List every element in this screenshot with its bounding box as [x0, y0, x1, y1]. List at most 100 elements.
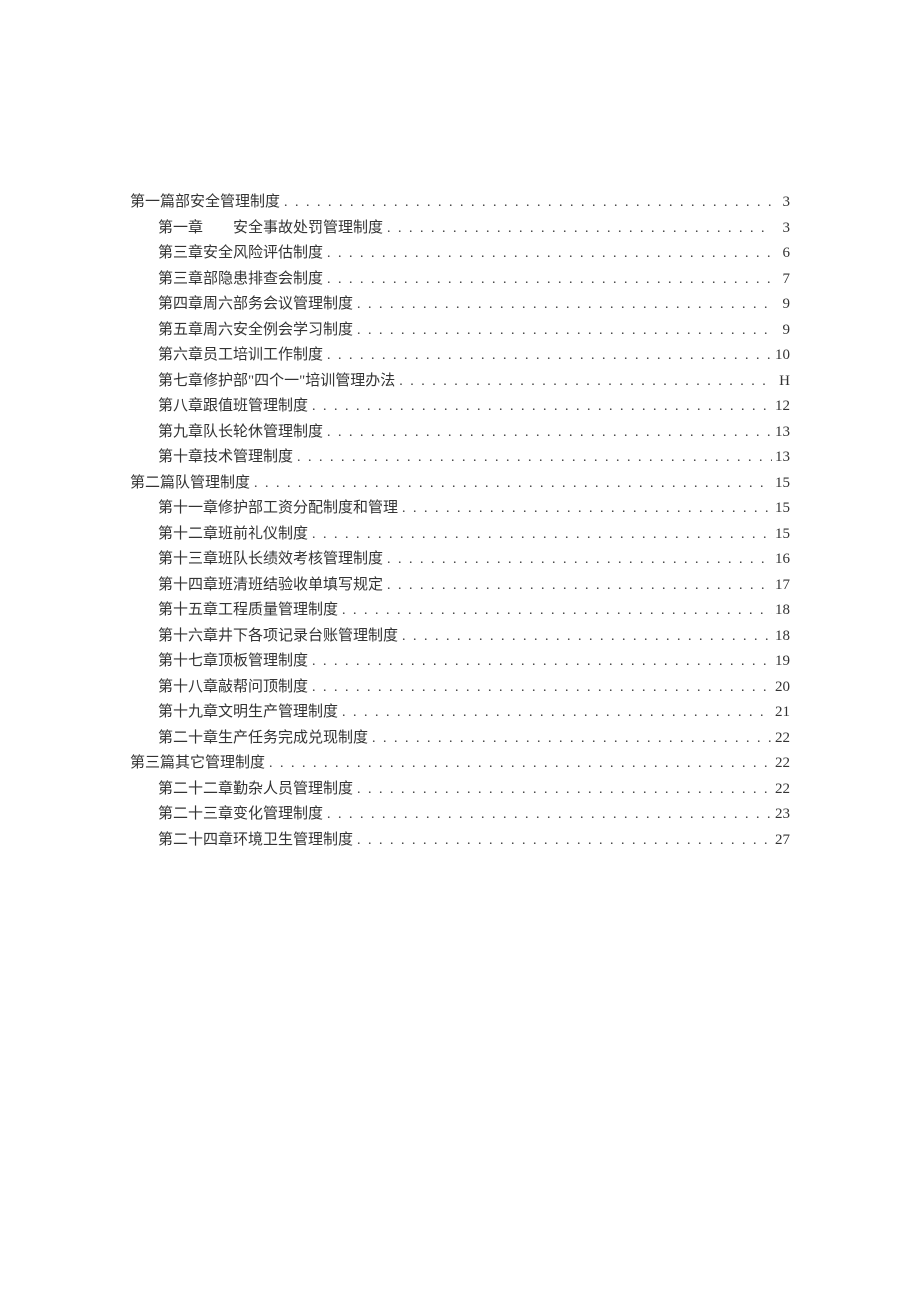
toc-entry-page: 20 — [772, 675, 790, 700]
toc-leader-dots: . . . . . . . . . . . . . . . . . . . . … — [308, 676, 772, 701]
toc-entry-title: 第十四章班清班结验收单填写规定 — [158, 573, 383, 598]
toc-entry[interactable]: 第十九章文明生产管理制度. . . . . . . . . . . . . . … — [130, 700, 790, 726]
toc-entry[interactable]: 第十一章修护部工资分配制度和管理. . . . . . . . . . . . … — [130, 496, 790, 522]
toc-entry-title: 第四章周六部务会议管理制度 — [158, 292, 353, 317]
toc-leader-dots: . . . . . . . . . . . . . . . . . . . . … — [280, 191, 772, 216]
toc-entry-page: 6 — [772, 241, 790, 266]
toc-entry[interactable]: 第十四章班清班结验收单填写规定. . . . . . . . . . . . .… — [130, 573, 790, 599]
toc-entry-title: 第三篇其它管理制度 — [130, 751, 265, 776]
toc-entry-page: 7 — [772, 267, 790, 292]
toc-leader-dots: . . . . . . . . . . . . . . . . . . . . … — [368, 727, 772, 752]
toc-leader-dots: . . . . . . . . . . . . . . . . . . . . … — [398, 497, 772, 522]
toc-entry-title: 第一篇部安全管理制度 — [130, 190, 280, 215]
toc-entry[interactable]: 第十七章顶板管理制度. . . . . . . . . . . . . . . … — [130, 649, 790, 675]
toc-entry-title: 第十章技术管理制度 — [158, 445, 293, 470]
toc-entry-title: 第十一章修护部工资分配制度和管理 — [158, 496, 398, 521]
toc-entry[interactable]: 第九章队长轮休管理制度. . . . . . . . . . . . . . .… — [130, 420, 790, 446]
toc-entry[interactable]: 第二十四章环境卫生管理制度. . . . . . . . . . . . . .… — [130, 828, 790, 854]
toc-entry-title: 第十二章班前礼仪制度 — [158, 522, 308, 547]
toc-entry-page: 15 — [772, 522, 790, 547]
toc-entry-title: 第二十四章环境卫生管理制度 — [158, 828, 353, 853]
toc-entry-page: 18 — [772, 598, 790, 623]
toc-entry[interactable]: 第三篇其它管理制度. . . . . . . . . . . . . . . .… — [130, 751, 790, 777]
toc-entry[interactable]: 第三章部隐患排查会制度. . . . . . . . . . . . . . .… — [130, 267, 790, 293]
toc-entry-page: 3 — [772, 216, 790, 241]
toc-entry[interactable]: 第十八章敲帮问顶制度. . . . . . . . . . . . . . . … — [130, 675, 790, 701]
toc-entry-page: 13 — [772, 420, 790, 445]
toc-entry[interactable]: 第十六章井下各项记录台账管理制度. . . . . . . . . . . . … — [130, 624, 790, 650]
toc-leader-dots: . . . . . . . . . . . . . . . . . . . . … — [353, 319, 772, 344]
toc-entry-page: 17 — [772, 573, 790, 598]
toc-entry[interactable]: 第十三章班队长绩效考核管理制度. . . . . . . . . . . . .… — [130, 547, 790, 573]
toc-leader-dots: . . . . . . . . . . . . . . . . . . . . … — [308, 395, 772, 420]
toc-entry-page: 9 — [772, 318, 790, 343]
toc-entry-title: 第十三章班队长绩效考核管理制度 — [158, 547, 383, 572]
toc-leader-dots: . . . . . . . . . . . . . . . . . . . . … — [383, 574, 772, 599]
toc-leader-dots: . . . . . . . . . . . . . . . . . . . . … — [353, 293, 772, 318]
toc-entry[interactable]: 第一篇部安全管理制度. . . . . . . . . . . . . . . … — [130, 190, 790, 216]
toc-entry-title: 第七章修护部"四个一"培训管理办法 — [158, 369, 395, 394]
toc-entry-title: 第六章员工培训工作制度 — [158, 343, 323, 368]
toc-entry-title: 第二十二章勤杂人员管理制度 — [158, 777, 353, 802]
toc-entry-page: 22 — [772, 777, 790, 802]
toc-entry[interactable]: 第十二章班前礼仪制度. . . . . . . . . . . . . . . … — [130, 522, 790, 548]
toc-entry-page: H — [772, 369, 790, 394]
toc-entry-title: 第十七章顶板管理制度 — [158, 649, 308, 674]
toc-leader-dots: . . . . . . . . . . . . . . . . . . . . … — [383, 548, 772, 573]
toc-entry-title: 第二十三章变化管理制度 — [158, 802, 323, 827]
toc-entry-page: 27 — [772, 828, 790, 853]
toc-entry[interactable]: 第三章安全风险评估制度. . . . . . . . . . . . . . .… — [130, 241, 790, 267]
toc-entry[interactable]: 第十章技术管理制度. . . . . . . . . . . . . . . .… — [130, 445, 790, 471]
toc-entry[interactable]: 第二篇队管理制度. . . . . . . . . . . . . . . . … — [130, 471, 790, 497]
toc-entry-page: 10 — [772, 343, 790, 368]
toc-entry-title: 第三章安全风险评估制度 — [158, 241, 323, 266]
toc-leader-dots: . . . . . . . . . . . . . . . . . . . . … — [323, 344, 772, 369]
toc-entry[interactable]: 第五章周六安全例会学习制度. . . . . . . . . . . . . .… — [130, 318, 790, 344]
toc-entry-page: 23 — [772, 802, 790, 827]
toc-entry-page: 22 — [772, 751, 790, 776]
toc-leader-dots: . . . . . . . . . . . . . . . . . . . . … — [250, 472, 772, 497]
toc-entry-title: 第一章 — [158, 216, 203, 241]
toc-entry-title: 第三章部隐患排查会制度 — [158, 267, 323, 292]
toc-entry[interactable]: 第八章跟值班管理制度. . . . . . . . . . . . . . . … — [130, 394, 790, 420]
toc-entry[interactable]: 第六章员工培训工作制度. . . . . . . . . . . . . . .… — [130, 343, 790, 369]
toc-entry-page: 9 — [772, 292, 790, 317]
toc-entry[interactable]: 第四章周六部务会议管理制度. . . . . . . . . . . . . .… — [130, 292, 790, 318]
toc-leader-dots: . . . . . . . . . . . . . . . . . . . . … — [395, 370, 772, 395]
toc-entry[interactable]: 第一章 安全事故处罚管理制度. . . . . . . . . . . . . .… — [130, 216, 790, 242]
toc-entry-title: 第十九章文明生产管理制度 — [158, 700, 338, 725]
toc-entry-page: 19 — [772, 649, 790, 674]
toc-entry-title-secondary: 安全事故处罚管理制度 — [233, 216, 383, 241]
toc-entry[interactable]: 第十五章工程质量管理制度. . . . . . . . . . . . . . … — [130, 598, 790, 624]
toc-leader-dots: . . . . . . . . . . . . . . . . . . . . … — [323, 421, 772, 446]
toc-entry-title: 第九章队长轮休管理制度 — [158, 420, 323, 445]
toc-entry-page: 21 — [772, 700, 790, 725]
toc-entry[interactable]: 第二十三章变化管理制度. . . . . . . . . . . . . . .… — [130, 802, 790, 828]
toc-leader-dots: . . . . . . . . . . . . . . . . . . . . … — [308, 650, 772, 675]
toc-leader-dots: . . . . . . . . . . . . . . . . . . . . … — [323, 268, 772, 293]
toc-entry-page: 13 — [772, 445, 790, 470]
toc-leader-dots: . . . . . . . . . . . . . . . . . . . . … — [338, 599, 772, 624]
toc-leader-dots: . . . . . . . . . . . . . . . . . . . . … — [383, 217, 772, 242]
table-of-contents: 第一篇部安全管理制度. . . . . . . . . . . . . . . … — [130, 190, 790, 853]
toc-entry-title: 第五章周六安全例会学习制度 — [158, 318, 353, 343]
toc-leader-dots: . . . . . . . . . . . . . . . . . . . . … — [338, 701, 772, 726]
toc-entry[interactable]: 第二十章生产任务完成兑现制度. . . . . . . . . . . . . … — [130, 726, 790, 752]
toc-leader-dots: . . . . . . . . . . . . . . . . . . . . … — [353, 829, 772, 854]
toc-entry-title: 第八章跟值班管理制度 — [158, 394, 308, 419]
toc-leader-dots: . . . . . . . . . . . . . . . . . . . . … — [265, 752, 772, 777]
toc-entry[interactable]: 第七章修护部"四个一"培训管理办法. . . . . . . . . . . .… — [130, 369, 790, 395]
toc-entry-page: 15 — [772, 471, 790, 496]
toc-entry-page: 12 — [772, 394, 790, 419]
toc-entry-title: 第二篇队管理制度 — [130, 471, 250, 496]
toc-entry-page: 22 — [772, 726, 790, 751]
toc-entry-page: 3 — [772, 190, 790, 215]
toc-entry[interactable]: 第二十二章勤杂人员管理制度. . . . . . . . . . . . . .… — [130, 777, 790, 803]
toc-entry-title: 第二十章生产任务完成兑现制度 — [158, 726, 368, 751]
toc-leader-dots: . . . . . . . . . . . . . . . . . . . . … — [353, 778, 772, 803]
toc-entry-page: 16 — [772, 547, 790, 572]
toc-leader-dots: . . . . . . . . . . . . . . . . . . . . … — [323, 242, 772, 267]
toc-entry-title: 第十八章敲帮问顶制度 — [158, 675, 308, 700]
toc-leader-dots: . . . . . . . . . . . . . . . . . . . . … — [293, 446, 772, 471]
toc-entry-page: 15 — [772, 496, 790, 521]
